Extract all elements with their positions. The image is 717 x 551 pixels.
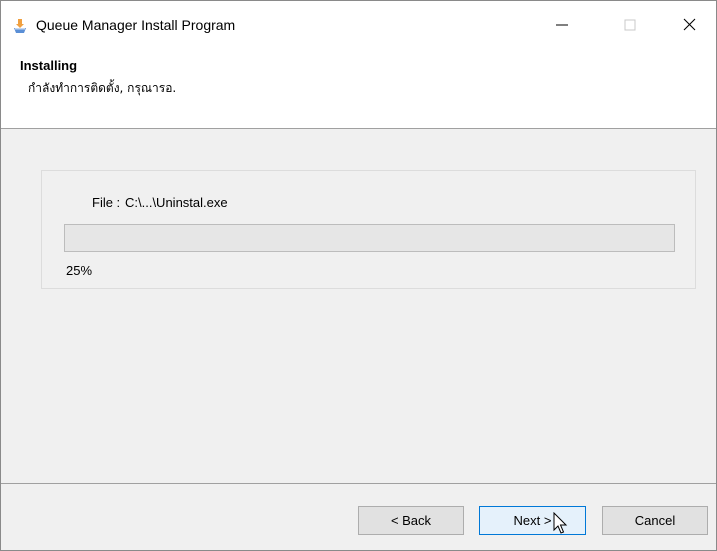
page-subtitle: กำลังทำการติดตั้ง, กรุณารอ. [28,81,177,95]
cancel-button[interactable]: Cancel [602,506,708,535]
close-icon [683,18,696,34]
window-title: Queue Manager Install Program [36,17,236,33]
close-button[interactable] [666,9,712,43]
wizard-header: Installing กำลังทำการติดตั้ง, กรุณารอ. [1,49,716,129]
wizard-footer: < Back Next > Cancel [1,483,716,550]
progress-panel: File : C:\...\Uninstal.exe 25% [41,170,696,289]
mouse-pointer-icon [553,511,569,536]
installer-window: Queue Manager Install Program Installing… [0,0,717,551]
maximize-icon [624,19,636,34]
install-progress-bar [64,224,675,252]
page-title: Installing [20,58,78,73]
installer-app-icon [12,18,28,34]
minimize-icon [556,19,568,34]
back-button[interactable]: < Back [358,506,464,535]
wizard-content: File : C:\...\Uninstal.exe 25% [1,130,716,483]
next-button[interactable]: Next > [479,506,586,535]
progress-percent: 25% [66,263,93,278]
minimize-button[interactable] [539,9,585,43]
file-label: File : [92,195,121,210]
maximize-button[interactable] [607,9,653,43]
current-file: C:\...\Uninstal.exe [125,195,228,210]
progress-fill [65,225,218,251]
title-bar[interactable]: Queue Manager Install Program [1,1,716,49]
